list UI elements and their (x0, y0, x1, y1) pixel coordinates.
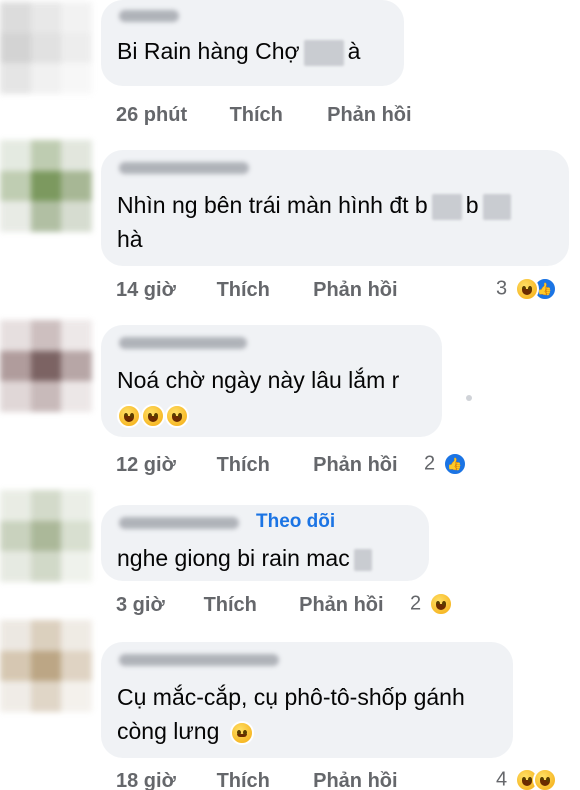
commenter-name[interactable] (119, 517, 239, 529)
commenter-name[interactable] (119, 337, 247, 349)
comment-actions: 12 giờ Thích Phản hồi (116, 454, 398, 477)
more-options-icon[interactable] (466, 395, 472, 401)
haha-emoji-icon (428, 592, 453, 616)
redacted-text (482, 193, 511, 220)
comment-time[interactable]: 3 giờ (116, 594, 198, 617)
redacted-text (431, 193, 462, 220)
commenter-name[interactable] (119, 162, 249, 174)
comment-bubble: Theo dõi nghe giong bi rain mac (101, 505, 429, 581)
reaction-count: 3 (496, 277, 508, 300)
comment-actions: 26 phút Thích Phản hồi (116, 104, 412, 127)
relieved-emoji-icon (532, 768, 557, 790)
avatar[interactable] (0, 320, 92, 412)
comment-time[interactable]: 14 giờ (116, 279, 211, 302)
comment-bubble: Noá chờ ngày này lâu lắm r (101, 325, 442, 437)
comment-text: Nhìn ng bên trái màn hình đt bb (117, 188, 515, 222)
like-icon: 👍 (442, 452, 467, 476)
reaction-summary[interactable]: 4 (496, 768, 557, 790)
reaction-count: 4 (496, 768, 508, 790)
avatar[interactable] (0, 140, 92, 232)
rofl-emoji-icon (141, 403, 165, 428)
comment-bubble: Cụ mắc-cắp, cụ phô-tô-shốp gánh còng lưn… (101, 642, 513, 758)
avatar[interactable] (0, 490, 92, 582)
comment-text: Cụ mắc-cắp, cụ phô-tô-shốp gánh (117, 684, 465, 710)
rofl-emoji-icon (165, 403, 189, 428)
comment-time[interactable]: 12 giờ (116, 454, 211, 477)
comment-bubble: Bi Rain hàng Chợ à (101, 0, 404, 86)
reaction-summary[interactable]: 3 👍 (496, 277, 557, 301)
avatar[interactable] (0, 620, 92, 712)
reaction-count: 2 (424, 452, 436, 475)
reply-button[interactable]: Phản hồi (299, 594, 383, 617)
comment-actions: 3 giờ Thích Phản hồi (116, 594, 384, 617)
reply-button[interactable]: Phản hồi (313, 454, 397, 477)
commenter-name[interactable] (119, 10, 179, 22)
comment-text: Noá chờ ngày này lâu lắm r (117, 367, 400, 393)
like-button[interactable]: Thích (217, 454, 308, 477)
haha-emoji-icon (514, 277, 539, 301)
like-button[interactable]: Thích (230, 104, 322, 127)
comment-text: nghe giong bi rain mac (117, 541, 376, 575)
reaction-count: 2 (410, 592, 422, 615)
comment-actions: 18 giờ Thích Phản hồi (116, 770, 398, 790)
comment-actions: 14 giờ Thích Phản hồi (116, 279, 398, 302)
comment-text-line2: hà (117, 226, 143, 252)
reply-button[interactable]: Phản hồi (313, 770, 397, 790)
like-button[interactable]: Thích (204, 594, 294, 617)
like-button[interactable]: Thích (217, 279, 308, 302)
like-button[interactable]: Thích (217, 770, 308, 790)
comment-emoji-line (117, 397, 189, 431)
comment-text: Bi Rain hàng Chợ à (117, 38, 361, 66)
comment-time[interactable]: 18 giờ (116, 770, 211, 790)
reaction-summary[interactable]: 2 (410, 592, 453, 616)
redacted-text (303, 39, 344, 66)
follow-button[interactable]: Theo dõi (256, 511, 335, 533)
comment-text-line2: còng lưng (117, 714, 254, 748)
commenter-name[interactable] (119, 654, 279, 666)
comment-bubble: Nhìn ng bên trái màn hình đt bb hà (101, 150, 569, 266)
rofl-emoji-icon (117, 403, 141, 428)
redacted-text (353, 548, 372, 571)
comment-time[interactable]: 26 phút (116, 104, 224, 127)
reply-button[interactable]: Phản hồi (313, 279, 397, 302)
avatar[interactable] (0, 2, 92, 94)
reaction-summary[interactable]: 2 👍 (424, 452, 467, 476)
relieved-emoji-icon (229, 720, 254, 745)
reply-button[interactable]: Phản hồi (327, 104, 411, 127)
